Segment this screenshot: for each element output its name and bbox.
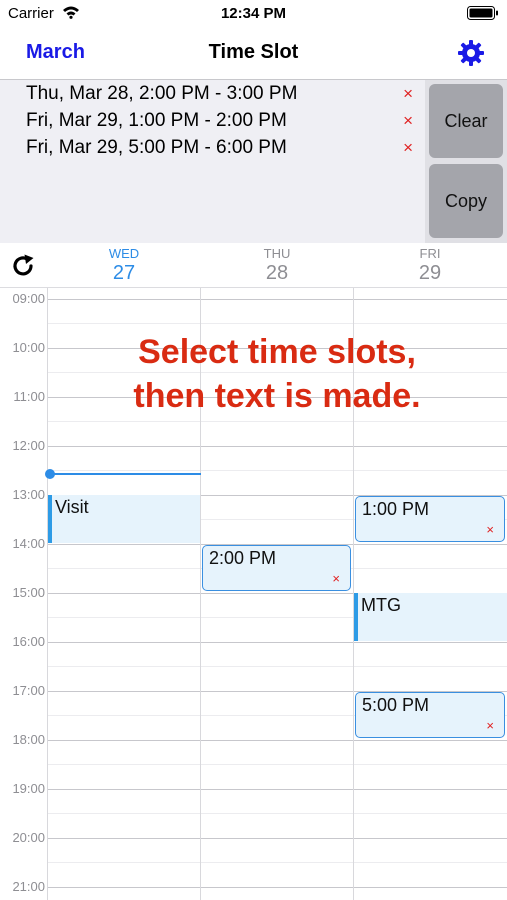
battery-icon <box>467 6 498 20</box>
half-hour-line <box>47 813 507 814</box>
status-clock: 12:34 PM <box>220 5 287 22</box>
slot-time-label: 5:00 PM <box>362 695 430 715</box>
event-title: Visit <box>55 497 89 517</box>
event-title: MTG <box>361 595 401 615</box>
clear-button[interactable]: Clear <box>429 84 503 158</box>
selected-slot-thu-2pm[interactable]: 2:00 PM × <box>202 545 351 591</box>
slot-row: Thu, Mar 28, 2:00 PM - 3:00 PM × <box>26 81 421 107</box>
weekday-label: WED <box>108 246 140 261</box>
hour-label: 16:00 <box>12 634 45 649</box>
hour-label: 17:00 <box>12 683 45 698</box>
selected-slots-panel: Thu, Mar 28, 2:00 PM - 3:00 PM × Fri, Ma… <box>0 80 507 243</box>
navigation-bar: March Time Slot <box>0 28 507 80</box>
hour-label: 19:00 <box>12 781 45 796</box>
hour-line <box>47 446 507 447</box>
day-column-header-fri[interactable]: FRI 29 <box>354 243 506 288</box>
instruction-line-1: Select time slots, <box>138 333 416 371</box>
slot-text: Thu, Mar 28, 2:00 PM - 3:00 PM <box>26 83 298 104</box>
selected-slot-fri-5pm[interactable]: 5:00 PM × <box>355 692 505 738</box>
calendar-event-mtg[interactable]: MTG <box>354 593 507 641</box>
slot-time-label: 1:00 PM <box>362 499 430 519</box>
event-color-bar <box>48 495 52 543</box>
remove-slot-icon[interactable]: × <box>486 522 494 537</box>
day-header: WED 27 THU 28 FRI 29 <box>0 243 507 288</box>
calendar-grid[interactable]: 09:00 10:00 11:00 12:00 13:00 14:00 15:0… <box>0 288 507 900</box>
hour-line <box>47 642 507 643</box>
instruction-overlay: Select time slots, then text is made. <box>47 330 507 418</box>
gear-icon[interactable] <box>457 39 485 67</box>
half-hour-line <box>47 764 507 765</box>
hour-label: 12:00 <box>12 438 45 453</box>
half-hour-line <box>47 666 507 667</box>
instruction-line-2: then text is made. <box>133 377 421 415</box>
remove-slot-icon[interactable]: × <box>403 84 413 104</box>
hour-line <box>47 789 507 790</box>
slot-text: Fri, Mar 29, 1:00 PM - 2:00 PM <box>26 110 287 131</box>
hour-label: 09:00 <box>12 291 45 306</box>
calendar-event-visit[interactable]: Visit <box>48 495 200 543</box>
remove-slot-icon[interactable]: × <box>486 718 494 733</box>
status-bar: Carrier 12:34 PM <box>0 0 507 28</box>
hour-line <box>47 299 507 300</box>
hour-label: 11:00 <box>13 389 45 404</box>
page-title: Time Slot <box>208 41 299 63</box>
refresh-icon[interactable] <box>10 252 38 280</box>
slot-row: Fri, Mar 29, 5:00 PM - 6:00 PM × <box>26 135 421 161</box>
hour-label: 20:00 <box>12 830 45 845</box>
hour-label: 21:00 <box>12 879 45 894</box>
hour-label: 14:00 <box>12 536 45 551</box>
half-hour-line <box>47 421 507 422</box>
weekday-label: FRI <box>419 246 441 261</box>
remove-slot-icon[interactable]: × <box>403 111 413 131</box>
hour-label: 18:00 <box>12 732 45 747</box>
half-hour-line <box>47 470 507 471</box>
selected-slot-fri-1pm[interactable]: 1:00 PM × <box>355 496 505 542</box>
hour-line <box>47 838 507 839</box>
hour-label: 13:00 <box>12 487 45 502</box>
half-hour-line <box>47 323 507 324</box>
date-label: 29 <box>418 262 442 284</box>
day-column-header-thu[interactable]: THU 28 <box>201 243 353 288</box>
date-label: 27 <box>112 262 136 284</box>
hour-line <box>47 887 507 888</box>
half-hour-line <box>47 862 507 863</box>
day-column-header-wed[interactable]: WED 27 <box>48 243 200 288</box>
hour-label: 10:00 <box>12 340 45 355</box>
hour-label: 15:00 <box>12 585 45 600</box>
date-label: 28 <box>265 262 289 284</box>
event-color-bar <box>354 593 358 641</box>
hour-line <box>47 740 507 741</box>
slot-time-label: 2:00 PM <box>209 548 277 568</box>
selected-slots-list: Thu, Mar 28, 2:00 PM - 3:00 PM × Fri, Ma… <box>0 80 425 243</box>
remove-slot-icon[interactable]: × <box>332 571 340 586</box>
slot-text: Fri, Mar 29, 5:00 PM - 6:00 PM <box>26 137 287 158</box>
remove-slot-icon[interactable]: × <box>403 138 413 158</box>
current-time-line <box>50 473 201 475</box>
current-time-dot <box>45 469 55 479</box>
action-buttons: Clear Copy <box>425 80 507 243</box>
slot-row: Fri, Mar 29, 1:00 PM - 2:00 PM × <box>26 108 421 134</box>
copy-button[interactable]: Copy <box>429 164 503 238</box>
weekday-label: THU <box>263 246 291 261</box>
